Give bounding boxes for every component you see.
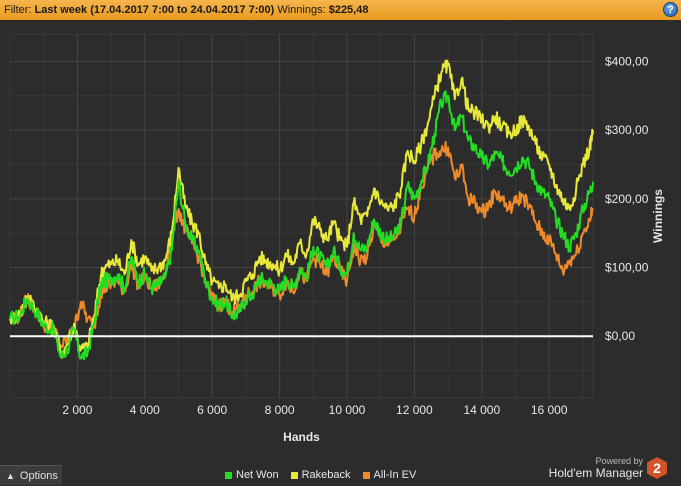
options-button[interactable]: ▲ Options [0, 465, 62, 485]
y-tick-label: $100,00 [605, 261, 649, 275]
x-tick-label: 16 000 [531, 403, 568, 417]
legend-item-allin-ev[interactable]: All-In EV [362, 469, 417, 481]
logo-digit: 2 [653, 460, 661, 476]
x-axis-label: Hands [283, 430, 320, 444]
filter-bar: Filter: Last week (17.04.2017 7:00 to 24… [0, 0, 681, 20]
y-tick-label: $300,00 [605, 123, 649, 137]
x-tick-label: 12 000 [396, 403, 433, 417]
legend-swatch [225, 471, 232, 479]
legend-label: Net Won [236, 469, 279, 481]
legend-item-net-won[interactable]: Net Won [225, 469, 279, 481]
chart-legend: Net Won Rakeback All-In EV [225, 465, 428, 485]
x-tick-label: 14 000 [463, 403, 500, 417]
x-tick-label: 8 000 [265, 403, 295, 417]
legend-item-rakeback[interactable]: Rakeback [290, 469, 351, 481]
x-tick-label: 4 000 [130, 403, 160, 417]
chevron-up-icon: ▲ [6, 471, 15, 481]
help-icon[interactable]: ? [663, 2, 678, 17]
powered-by: Powered by Hold'em Manager [549, 455, 643, 479]
x-tick-label: 10 000 [329, 403, 366, 417]
bottom-bar: ▲ Options Net Won Rakeback All-In EV Powe… [0, 456, 681, 485]
x-tick-label: 6 000 [197, 403, 227, 417]
winnings-chart: 2 000 4 000 6 000 8 000 10 000 12 000 14 000 16… [0, 20, 681, 465]
y-axis-label: Winnings [651, 189, 665, 243]
chart-svg: 2 000 4 000 6 000 8 000 10 000 12 000 14 000 16… [9, 33, 665, 444]
plot-background [9, 33, 594, 399]
legend-label: All-In EV [373, 469, 417, 481]
legend-label: Rakeback [301, 469, 351, 481]
x-tick-label: 2 000 [62, 403, 92, 417]
y-tick-label: $400,00 [605, 54, 649, 68]
filter-range[interactable]: Last week (17.04.2017 7:00 to 24.04.2017… [35, 4, 275, 16]
legend-swatch [362, 471, 370, 479]
winnings-value: $225,48 [328, 4, 369, 16]
hm2-logo-icon: 2 [647, 457, 667, 479]
y-tick-label: $200,00 [605, 192, 649, 206]
winnings-label: Winnings: [277, 4, 326, 16]
legend-swatch [290, 471, 298, 479]
options-label: Options [19, 470, 58, 482]
y-tick-label: $0,00 [605, 329, 635, 343]
filter-prefix: Filter: [4, 4, 32, 16]
product-name: Hold'em Manager [548, 466, 643, 480]
